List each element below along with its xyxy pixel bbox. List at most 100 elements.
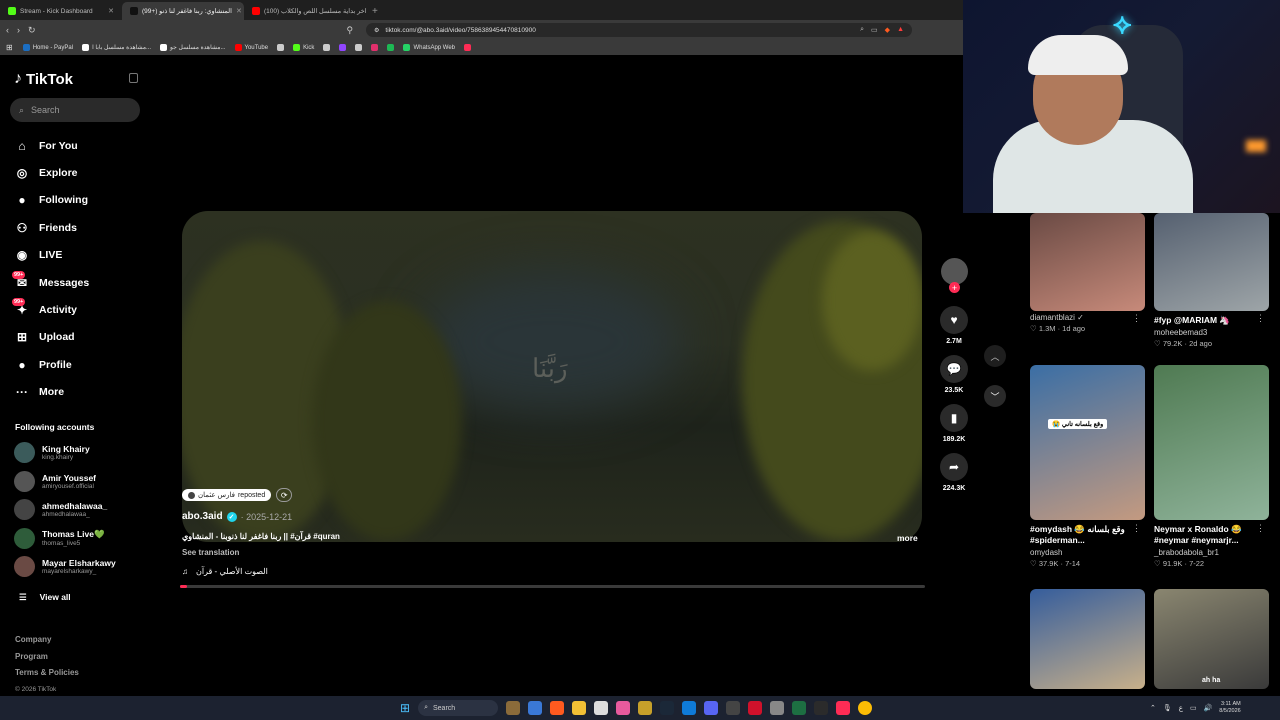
recommended-video[interactable]: diamantblazi ✓ ♡ 1.3M · 1d ago ⋮	[1030, 213, 1145, 333]
mic-icon[interactable]: 🎙	[1163, 704, 1172, 712]
menu-item-profile[interactable]: ● Profile	[14, 351, 89, 378]
tool-icon[interactable]	[770, 701, 785, 715]
copilot-icon[interactable]	[528, 701, 543, 715]
like-action[interactable]: ♥ 2.7M	[940, 306, 968, 345]
bookmark-item[interactable]	[339, 44, 347, 51]
shield-icon[interactable]: ◆	[885, 26, 890, 34]
menu-item-following[interactable]: ● Following	[14, 187, 89, 214]
video-author[interactable]: moheebemad3	[1154, 328, 1269, 337]
footer-program[interactable]: Program	[15, 649, 79, 666]
site-info-icon[interactable]: ⚙	[374, 27, 379, 34]
share-action[interactable]: ➦ 224.3K	[940, 453, 968, 492]
taskbar-search[interactable]: ⌕ Search	[418, 700, 499, 716]
author-avatar[interactable]	[941, 258, 968, 285]
following-account[interactable]: Thomas Live💚 thomas_live5	[14, 527, 154, 549]
video-thumbnail[interactable]	[1030, 213, 1145, 311]
collapse-sidebar-icon[interactable]	[129, 73, 138, 83]
close-tab-icon[interactable]: ✕	[108, 7, 114, 15]
rewards-icon[interactable]: ▲	[897, 26, 904, 34]
steam-icon[interactable]	[660, 701, 675, 715]
bookmark-item[interactable]	[355, 44, 363, 51]
video-player[interactable]: رَبَّنَا	[182, 211, 922, 542]
comment-action[interactable]: 💬 23.5K	[940, 355, 968, 394]
bookmark-item[interactable]: Kick	[293, 44, 314, 51]
menu-item-explore[interactable]: ◎ Explore	[14, 159, 89, 186]
bookmark-item[interactable]: Home - PayPal	[22, 44, 73, 51]
video-thumbnail[interactable]: ah ha	[1154, 589, 1269, 689]
bookmark-icon[interactable]: ⚲	[347, 25, 354, 36]
address-bar[interactable]: ⚙ tiktok.com/@abo.3aid/video/75863894544…	[366, 23, 912, 37]
bookmark-item[interactable]	[464, 44, 472, 51]
bookmark-item[interactable]	[277, 44, 285, 51]
chrome-icon[interactable]	[858, 701, 873, 715]
close-tab-icon[interactable]: ✕	[236, 7, 242, 15]
browser-tab[interactable]: Stream - Kick Dashboard ✕	[0, 2, 122, 20]
menu-item-upload[interactable]: ⊞ Upload	[14, 324, 89, 351]
repost-icon[interactable]: ⟳	[276, 488, 293, 502]
footer-company[interactable]: Company	[15, 632, 79, 649]
edge-icon[interactable]	[682, 701, 697, 715]
video-thumbnail[interactable]	[1154, 365, 1269, 520]
footer-terms[interactable]: Terms & Policies	[15, 665, 79, 682]
video-thumbnail[interactable]	[1030, 589, 1145, 689]
recommended-video[interactable]: #fyp @MARIAM 🦄 moheebemad3 ♡ 79.2K · 2d ag…	[1154, 213, 1269, 348]
file-explorer-icon[interactable]	[572, 701, 587, 715]
menu-item-activity[interactable]: ✦ 99+ Activity	[12, 296, 89, 323]
see-translation-link[interactable]: See translation	[182, 548, 239, 557]
save-action[interactable]: ▮ 189.2K	[940, 404, 968, 443]
next-video-button[interactable]: ﹀	[984, 385, 1006, 407]
zoom-icon[interactable]: ⌕	[860, 26, 864, 34]
video-author[interactable]: _brabodabola_br1	[1154, 548, 1269, 557]
menu-item-live[interactable]: ◉ LIVE	[14, 242, 89, 269]
more-options-icon[interactable]: ⋮	[1256, 523, 1265, 534]
tray-expand-icon[interactable]: ⌃	[1150, 704, 1156, 712]
brave-icon[interactable]	[550, 701, 565, 715]
following-account[interactable]: ahmedhalawaa_ ahmedhalawaa_	[14, 499, 154, 520]
previous-video-button[interactable]: ︿	[984, 345, 1006, 367]
video-thumbnail[interactable]: 😭 وقع بلسانه تاني	[1030, 365, 1145, 520]
browser-tab[interactable]: (99+) المنشاوي: ربنا فاغفر لنا ذنو ✕	[122, 2, 244, 20]
bookmark-item[interactable]: مشاهدة مسلسل بابا ا...	[82, 44, 151, 51]
menu-item-friends[interactable]: ⚇ Friends	[14, 214, 89, 241]
more-caption-button[interactable]: more	[897, 533, 918, 543]
menu-item-more[interactable]: ··· More	[14, 379, 89, 406]
bookmark-item[interactable]: WhatsApp Web	[403, 44, 455, 51]
bookmark-item[interactable]	[371, 44, 379, 51]
widgets-icon[interactable]	[506, 701, 521, 715]
bookmark-item[interactable]	[387, 44, 395, 51]
following-account[interactable]: Amir Youssef amiryousef.official	[14, 470, 154, 492]
bookmark-item[interactable]: مشاهدة مسلسل جو...	[160, 44, 226, 51]
reload-icon[interactable]: ↻	[28, 25, 36, 36]
cast-icon[interactable]: ▭	[871, 26, 878, 34]
following-account[interactable]: Mayar Elsharkawy mayarelsharkawy_	[14, 556, 154, 577]
discord-icon[interactable]	[704, 701, 719, 715]
excel-icon[interactable]	[792, 701, 807, 715]
more-options-icon[interactable]: ⋮	[1132, 313, 1141, 324]
repost-pill[interactable]: فارس عثمان reposted	[182, 489, 272, 501]
more-options-icon[interactable]: ⋮	[1256, 313, 1265, 324]
tiktok-app-icon[interactable]	[836, 701, 851, 715]
video-sound[interactable]: ♫ الصوت الأصلي - قرآن	[182, 567, 268, 576]
author-name[interactable]: abo.3aid	[182, 511, 223, 522]
apps-icon[interactable]: ⊞	[6, 43, 13, 52]
tiktok-logo[interactable]: ♪ TikTok	[14, 70, 73, 88]
recommended-video[interactable]: Neymar x Ronaldo 😂 #neymar #neymarjr... _…	[1154, 365, 1269, 568]
view-all-button[interactable]: ☰ View all	[19, 592, 71, 603]
store-icon[interactable]	[594, 701, 609, 715]
video-progress-bar[interactable]	[180, 585, 925, 588]
recommended-video[interactable]: 😭 وقع بلسانه تاني #omydash 😂 وقع بلسانه #…	[1030, 365, 1145, 568]
new-tab-button[interactable]: +	[366, 2, 384, 20]
browser-tab[interactable]: (100) اخر بداية مسلسل اللص والكلاب✕	[244, 2, 366, 20]
bookmark-item[interactable]	[323, 44, 331, 51]
search-input[interactable]: ⌕ Search	[10, 98, 140, 122]
video-author[interactable]: omydash	[1030, 548, 1145, 557]
recommended-video[interactable]	[1030, 589, 1145, 689]
recommended-video[interactable]: ah ha	[1154, 589, 1269, 689]
back-icon[interactable]: ‹	[6, 25, 9, 35]
bookmark-item[interactable]: YouTube	[234, 44, 268, 51]
follow-plus-icon[interactable]: +	[949, 282, 960, 293]
grid-app-icon[interactable]	[726, 701, 741, 715]
start-icon[interactable]: ⊞	[400, 701, 410, 715]
terminal-icon[interactable]	[814, 701, 829, 715]
following-account[interactable]: King Khairy king.khairy	[14, 442, 154, 463]
